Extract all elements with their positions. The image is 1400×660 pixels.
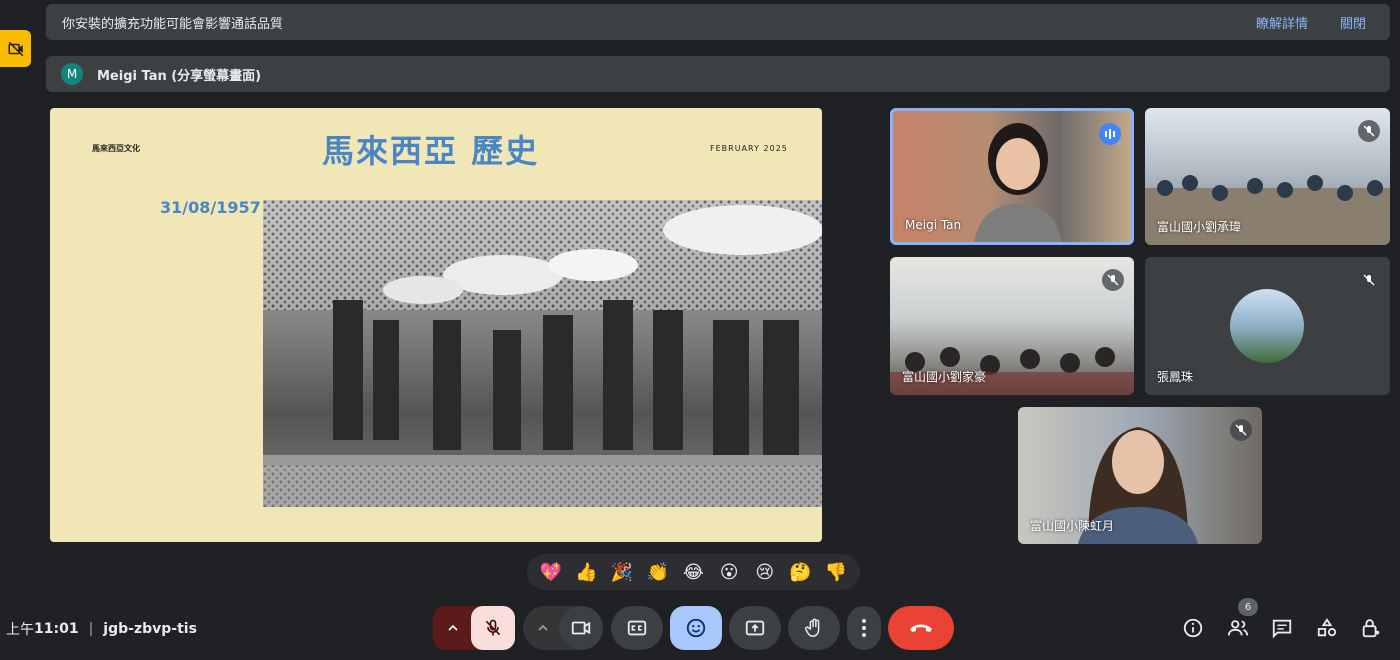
- reaction-sad[interactable]: 😢: [750, 562, 780, 583]
- video-options-button[interactable]: [523, 606, 563, 650]
- video-camera-icon: [571, 621, 591, 635]
- video-off-icon: [8, 41, 23, 56]
- extension-warning-text: 你安裝的擴充功能可能會影響通話品質: [62, 16, 284, 32]
- participant-name: 張鳳珠: [1157, 370, 1194, 384]
- reaction-joy[interactable]: 😂: [678, 562, 708, 583]
- time-prefix: 上午: [6, 622, 34, 638]
- historical-photo: [263, 200, 822, 507]
- dismiss-link[interactable]: 關閉: [1340, 13, 1366, 32]
- muted-indicator: [1230, 419, 1252, 441]
- audio-options-button[interactable]: [433, 606, 473, 650]
- reactions-bar: 💖 👍 🎉 👏 😂 😮 😢 🤔 👎: [527, 554, 860, 590]
- lock-person-icon: [1362, 619, 1380, 638]
- divider: |: [88, 621, 94, 637]
- closed-captions-icon: [627, 620, 647, 636]
- host-controls-button[interactable]: [1359, 616, 1383, 640]
- mic-off-icon: [1235, 424, 1247, 436]
- shapes-icon: [1317, 618, 1337, 637]
- activities-button[interactable]: [1315, 616, 1339, 640]
- microphone-toggle-button[interactable]: [471, 606, 515, 650]
- extension-warning-banner: 你安裝的擴充功能可能會影響通話品質 瞭解詳情 關閉: [46, 4, 1390, 40]
- call-end-icon: [910, 624, 932, 632]
- info-icon: [1183, 618, 1203, 638]
- reaction-party-popper[interactable]: 🎉: [607, 562, 637, 583]
- meeting-details-button[interactable]: [1181, 616, 1205, 640]
- presenting-banner: M Meigi Tan (分享螢幕畫面): [46, 56, 1390, 92]
- learn-more-link[interactable]: 瞭解詳情: [1256, 13, 1308, 32]
- mic-off-icon: [1107, 274, 1119, 286]
- participant-name: 富山國小陳虹月: [1030, 519, 1115, 533]
- microphone-control-group: [433, 606, 515, 650]
- meeting-info: 上午 11:01 | jgb-zbvp-tis: [6, 619, 197, 639]
- captions-button[interactable]: [611, 606, 663, 650]
- present-now-button[interactable]: [729, 606, 781, 650]
- reaction-surprised[interactable]: 😮: [714, 562, 744, 583]
- people-button[interactable]: [1226, 616, 1250, 640]
- slide-top-right-text: FEBRUARY 2025: [710, 144, 788, 153]
- participant-tile[interactable]: 富山國小劉家豪: [890, 257, 1134, 395]
- clock-time: 11:01: [34, 621, 79, 637]
- audio-level-icon: [1105, 129, 1115, 139]
- presenter-avatar: M: [61, 63, 83, 85]
- participant-video: [974, 123, 1062, 242]
- camera-toggle-button[interactable]: [559, 606, 603, 650]
- reaction-clapping[interactable]: 👏: [643, 562, 673, 583]
- slide-date: 31/08/1957: [160, 198, 261, 217]
- participant-tile[interactable]: 張鳳珠: [1145, 257, 1390, 395]
- slide-title: 馬來西亞 歷史: [322, 132, 540, 170]
- reaction-thumbs-up[interactable]: 👍: [571, 562, 601, 583]
- muted-indicator: [1358, 120, 1380, 142]
- present-screen-icon: [745, 620, 765, 636]
- reaction-sparkling-heart[interactable]: 💖: [536, 562, 566, 583]
- reaction-thinking[interactable]: 🤔: [785, 562, 815, 583]
- mic-off-icon: [1363, 125, 1375, 137]
- reaction-thumbs-down[interactable]: 👎: [821, 562, 851, 583]
- leave-call-button[interactable]: [888, 606, 954, 650]
- send-reaction-button[interactable]: [670, 606, 722, 650]
- more-options-button[interactable]: [847, 606, 881, 650]
- presenter-name: Meigi Tan (分享螢幕畫面): [97, 68, 262, 84]
- shared-screen-slide: 馬來西亞文化 馬來西亞 歷史 FEBRUARY 2025 31/08/1957: [50, 108, 822, 542]
- participant-tile[interactable]: 富山國小陳虹月: [1018, 407, 1262, 544]
- participant-tile[interactable]: 富山國小劉承瑋: [1145, 108, 1390, 245]
- chat-button[interactable]: [1270, 616, 1294, 640]
- people-icon: [1227, 620, 1249, 636]
- hand-icon: [805, 618, 820, 637]
- emoji-icon: [686, 618, 706, 638]
- participant-count-badge: 6: [1238, 598, 1258, 616]
- raise-hand-button[interactable]: [788, 606, 840, 650]
- no-video-indicator-button[interactable]: [0, 30, 31, 67]
- more-vert-icon: [862, 619, 866, 637]
- participant-avatar: [1230, 289, 1304, 363]
- speaking-indicator: [1099, 123, 1121, 145]
- participant-tile[interactable]: Meigi Tan: [890, 108, 1134, 245]
- muted-indicator: [1102, 269, 1124, 291]
- chat-icon: [1272, 619, 1292, 639]
- mic-off-icon: [1363, 274, 1375, 286]
- chevron-up-icon: [448, 624, 458, 631]
- camera-control-group: [523, 606, 603, 650]
- meeting-code: jgb-zbvp-tis: [103, 621, 197, 637]
- mic-off-icon: [485, 619, 501, 636]
- muted-indicator: [1358, 269, 1380, 291]
- chevron-up-icon: [538, 624, 548, 631]
- participant-name: 富山國小劉家豪: [902, 370, 987, 384]
- slide-top-left-text: 馬來西亞文化: [92, 144, 140, 153]
- participant-name: Meigi Tan: [905, 218, 962, 232]
- participant-name: 富山國小劉承瑋: [1157, 220, 1242, 234]
